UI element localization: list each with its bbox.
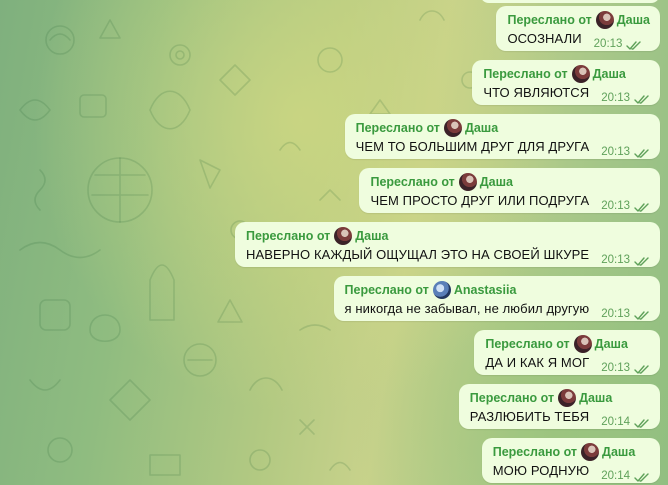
double-check-icon: [626, 41, 642, 50]
forward-header[interactable]: Переслано от Даша: [246, 227, 650, 245]
message-time: 20:13: [601, 254, 630, 266]
double-check-icon: [634, 419, 649, 428]
forward-label: Переслано от: [245, 228, 331, 243]
forwarded-message[interactable]: Переслано от Даша МОЮ РОДНУЮ 20:14: [481, 438, 660, 483]
forwarded-message[interactable]: Переслано от Даша НАВЕРНО КАЖДЫЙ ОЩУЩАЛ …: [234, 222, 660, 267]
forwarded-message[interactable]: Переслано от Даша ЧЕМ ТО БОЛЬШИМ ДРУГ ДЛ…: [344, 114, 660, 159]
double-check-icon: [634, 365, 649, 374]
message-time: 20:14: [601, 470, 630, 482]
dasha-avatar-icon[interactable]: [458, 173, 477, 191]
message-time: 20:13: [601, 200, 630, 212]
forward-label: Переслано от: [483, 66, 568, 81]
double-check-icon: [634, 95, 649, 104]
message-text: РАЗЛЮБИТЬ ТЕБЯ: [469, 409, 590, 424]
forward-header[interactable]: Переслано от Даша: [493, 443, 650, 461]
message-meta: 20:13: [601, 145, 650, 159]
forward-header[interactable]: Переслано от Даша: [483, 65, 650, 83]
forward-label: Переслано от: [370, 174, 455, 189]
message-text: ЧЕМ ПРОСТО ДРУГ ИЛИ ПОДРУГА: [370, 193, 590, 208]
double-check-icon: [634, 257, 649, 266]
forward-header[interactable]: Переслано от Даша: [356, 119, 650, 137]
forward-sender-name[interactable]: Даша: [593, 66, 626, 83]
message-time: 20:14: [601, 416, 630, 428]
forward-sender-name[interactable]: Даша: [617, 12, 650, 29]
forward-sender-name[interactable]: Даша: [480, 174, 513, 191]
forwarded-message[interactable]: Переслано от Anastasiia я никогда не заб…: [333, 276, 660, 321]
double-check-icon: [634, 149, 649, 158]
message-text: ЧЕМ ТО БОЛЬШИМ ДРУГ ДЛЯ ДРУГА: [355, 139, 590, 154]
message-text: МОЮ РОДНУЮ: [492, 463, 590, 478]
forwarded-message[interactable]: Переслано от Даша ЧЕМ ПРОСТО ДРУГ ИЛИ ПО…: [359, 168, 660, 213]
message-text: ДА И КАК Я МОГ: [485, 355, 590, 370]
dasha-avatar-icon[interactable]: [443, 119, 462, 137]
message-meta: 20:13: [601, 199, 650, 213]
dasha-avatar-icon[interactable]: [334, 227, 353, 245]
forward-sender-name[interactable]: Даша: [465, 120, 498, 137]
forwarded-message[interactable]: Переслано от Даша ЧТО ЯВЛЯЮТСЯ 20:13: [472, 60, 660, 105]
dasha-avatar-icon[interactable]: [573, 335, 592, 353]
forwarded-message[interactable]: Переслано от Даша ОСОЗНАЛИ 20:13: [496, 6, 660, 51]
forwarded-message[interactable]: Переслано от Даша РАЗЛЮБИТЬ ТЕБЯ 20:14: [458, 384, 660, 429]
message-time: 20:13: [593, 38, 623, 50]
forward-sender-name[interactable]: Даша: [602, 444, 635, 461]
message-text: ЧТО ЯВЛЯЮТСЯ: [483, 85, 590, 100]
message-time: 20:13: [601, 308, 630, 320]
forward-header[interactable]: Переслано от Даша: [470, 389, 650, 407]
message-meta: 20:13: [601, 307, 650, 321]
message-time: 20:13: [601, 362, 630, 374]
message-meta: 20:14: [601, 469, 650, 483]
forward-header[interactable]: Переслано от Даша: [485, 335, 650, 353]
forward-header[interactable]: Переслано от Anastasiia: [345, 281, 650, 299]
message-meta: 20:13: [601, 361, 650, 375]
message-meta: 20:13: [601, 253, 650, 267]
message-text: НАВЕРНО КАЖДЫЙ ОЩУЩАЛ ЭТО НА СВОЕЙ ШКУРЕ: [245, 247, 590, 262]
previous-message-bubble-edge: [480, 0, 660, 3]
message-meta: 20:13: [601, 91, 650, 105]
forward-sender-name[interactable]: Даша: [355, 228, 388, 245]
forward-sender-name[interactable]: Даша: [579, 390, 612, 407]
message-meta: 20:13: [594, 37, 643, 51]
forward-label: Переслано от: [492, 444, 578, 459]
forward-label: Переслано от: [344, 282, 429, 297]
forwarded-message[interactable]: Переслано от Даша ДА И КАК Я МОГ 20:13: [474, 330, 660, 375]
dasha-avatar-icon[interactable]: [571, 65, 590, 83]
double-check-icon: [634, 203, 649, 212]
forward-header[interactable]: Переслано от Даша: [370, 173, 650, 191]
message-text: ОСОЗНАЛИ: [507, 31, 582, 46]
forward-sender-name[interactable]: Anastasiia: [454, 282, 517, 299]
forward-label: Переслано от: [355, 120, 440, 135]
forward-label: Переслано от: [507, 12, 592, 27]
forward-header[interactable]: Переслано от Даша: [507, 11, 650, 29]
message-time: 20:13: [601, 92, 630, 104]
double-check-icon: [634, 473, 649, 482]
dasha-avatar-icon[interactable]: [558, 389, 577, 407]
forward-sender-name[interactable]: Даша: [595, 336, 628, 353]
double-check-icon: [634, 311, 649, 320]
message-text: я никогда не забывал, не любил другую: [344, 301, 590, 316]
dasha-avatar-icon[interactable]: [595, 11, 614, 29]
anastasiia-avatar-icon[interactable]: [432, 281, 451, 299]
message-time: 20:13: [601, 146, 630, 158]
dasha-avatar-icon[interactable]: [581, 443, 600, 461]
forward-label: Переслано от: [469, 390, 555, 405]
message-meta: 20:14: [601, 415, 650, 429]
forward-label: Переслано от: [485, 336, 570, 351]
